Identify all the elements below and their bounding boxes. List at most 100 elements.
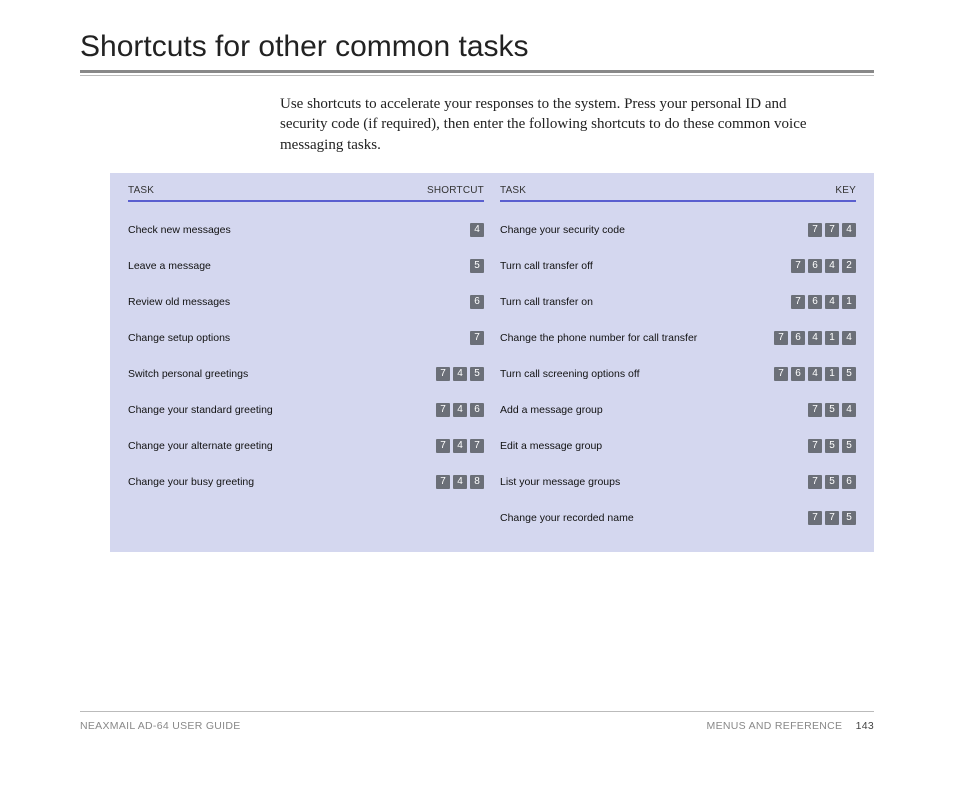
key-icon: 4 <box>808 367 822 381</box>
task-label: Change the phone number for call transfe… <box>500 332 774 344</box>
key-sequence: 755 <box>808 439 856 453</box>
task-label: Leave a message <box>128 260 470 272</box>
key-icon: 5 <box>842 367 856 381</box>
task-label: Review old messages <box>128 296 470 308</box>
table-row: Change your recorded name775 <box>500 500 856 536</box>
key-icon: 4 <box>808 331 822 345</box>
key-sequence: 4 <box>470 223 484 237</box>
key-icon: 7 <box>436 439 450 453</box>
header-shortcut: SHORTCUT <box>427 185 484 196</box>
task-label: Change your security code <box>500 224 808 236</box>
page-footer: NEAXMAIL AD-64 USER GUIDE MENUS AND REFE… <box>80 711 874 732</box>
table-row: List your message groups756 <box>500 464 856 500</box>
key-icon: 6 <box>808 259 822 273</box>
shortcuts-column-right: TASK KEY Change your security code774Tur… <box>500 185 856 536</box>
key-sequence: 7641 <box>791 295 856 309</box>
page-title: Shortcuts for other common tasks <box>80 30 874 64</box>
key-icon: 7 <box>808 223 822 237</box>
key-icon: 7 <box>808 475 822 489</box>
task-label: Add a message group <box>500 404 808 416</box>
key-sequence: 746 <box>436 403 484 417</box>
column-header: TASK SHORTCUT <box>128 185 484 202</box>
intro-paragraph: Use shortcuts to accelerate your respons… <box>280 94 834 155</box>
key-icon: 4 <box>825 295 839 309</box>
table-row: Change your security code774 <box>500 212 856 248</box>
table-row: Change your busy greeting748 <box>128 464 484 500</box>
key-icon: 5 <box>842 439 856 453</box>
key-icon: 7 <box>470 331 484 345</box>
key-icon: 1 <box>825 331 839 345</box>
table-row: Add a message group754 <box>500 392 856 428</box>
key-icon: 4 <box>453 367 467 381</box>
key-icon: 7 <box>808 511 822 525</box>
key-icon: 4 <box>842 403 856 417</box>
key-icon: 6 <box>791 367 805 381</box>
key-icon: 4 <box>453 439 467 453</box>
column-header: TASK KEY <box>500 185 856 202</box>
table-row: Switch personal greetings745 <box>128 356 484 392</box>
key-icon: 5 <box>825 439 839 453</box>
key-sequence: 7642 <box>791 259 856 273</box>
table-row: Turn call transfer off7642 <box>500 248 856 284</box>
key-sequence: 76414 <box>774 331 856 345</box>
task-label: Edit a message group <box>500 440 808 452</box>
header-task: TASK <box>500 185 526 196</box>
key-icon: 7 <box>436 367 450 381</box>
key-icon: 7 <box>436 475 450 489</box>
footer-right: MENUS AND REFERENCE 143 <box>707 720 874 732</box>
header-task: TASK <box>128 185 154 196</box>
key-icon: 7 <box>436 403 450 417</box>
key-sequence: 5 <box>470 259 484 273</box>
key-icon: 5 <box>825 403 839 417</box>
header-key: KEY <box>835 185 856 196</box>
key-icon: 7 <box>825 223 839 237</box>
key-icon: 4 <box>842 331 856 345</box>
key-sequence: 775 <box>808 511 856 525</box>
task-label: Change your recorded name <box>500 512 808 524</box>
table-row: Change setup options7 <box>128 320 484 356</box>
key-icon: 4 <box>453 475 467 489</box>
task-label: Turn call transfer off <box>500 260 791 272</box>
task-label: Check new messages <box>128 224 470 236</box>
key-icon: 7 <box>791 259 805 273</box>
key-sequence: 6 <box>470 295 484 309</box>
task-label: List your message groups <box>500 476 808 488</box>
table-row: Edit a message group755 <box>500 428 856 464</box>
footer-left: NEAXMAIL AD-64 USER GUIDE <box>80 720 241 732</box>
key-icon: 5 <box>470 367 484 381</box>
key-sequence: 754 <box>808 403 856 417</box>
table-row: Check new messages4 <box>128 212 484 248</box>
key-sequence: 756 <box>808 475 856 489</box>
key-icon: 1 <box>825 367 839 381</box>
key-sequence: 748 <box>436 475 484 489</box>
key-icon: 6 <box>808 295 822 309</box>
key-icon: 4 <box>842 223 856 237</box>
task-label: Change your alternate greeting <box>128 440 436 452</box>
key-icon: 2 <box>842 259 856 273</box>
key-icon: 7 <box>808 403 822 417</box>
shortcuts-tables: TASK SHORTCUT Check new messages4Leave a… <box>110 173 874 552</box>
key-icon: 8 <box>470 475 484 489</box>
task-label: Change setup options <box>128 332 470 344</box>
key-icon: 4 <box>825 259 839 273</box>
table-row: Change your standard greeting746 <box>128 392 484 428</box>
task-label: Change your busy greeting <box>128 476 436 488</box>
key-icon: 1 <box>842 295 856 309</box>
key-icon: 5 <box>825 475 839 489</box>
key-icon: 7 <box>825 511 839 525</box>
key-icon: 5 <box>842 511 856 525</box>
key-sequence: 76415 <box>774 367 856 381</box>
key-icon: 7 <box>774 331 788 345</box>
footer-section: MENUS AND REFERENCE <box>707 720 843 732</box>
title-rule <box>80 70 874 76</box>
task-label: Turn call transfer on <box>500 296 791 308</box>
key-icon: 7 <box>791 295 805 309</box>
table-row: Turn call transfer on7641 <box>500 284 856 320</box>
key-icon: 7 <box>470 439 484 453</box>
table-row: Review old messages6 <box>128 284 484 320</box>
key-icon: 6 <box>842 475 856 489</box>
table-row: Leave a message5 <box>128 248 484 284</box>
task-label: Turn call screening options off <box>500 368 774 380</box>
key-sequence: 774 <box>808 223 856 237</box>
key-icon: 7 <box>808 439 822 453</box>
